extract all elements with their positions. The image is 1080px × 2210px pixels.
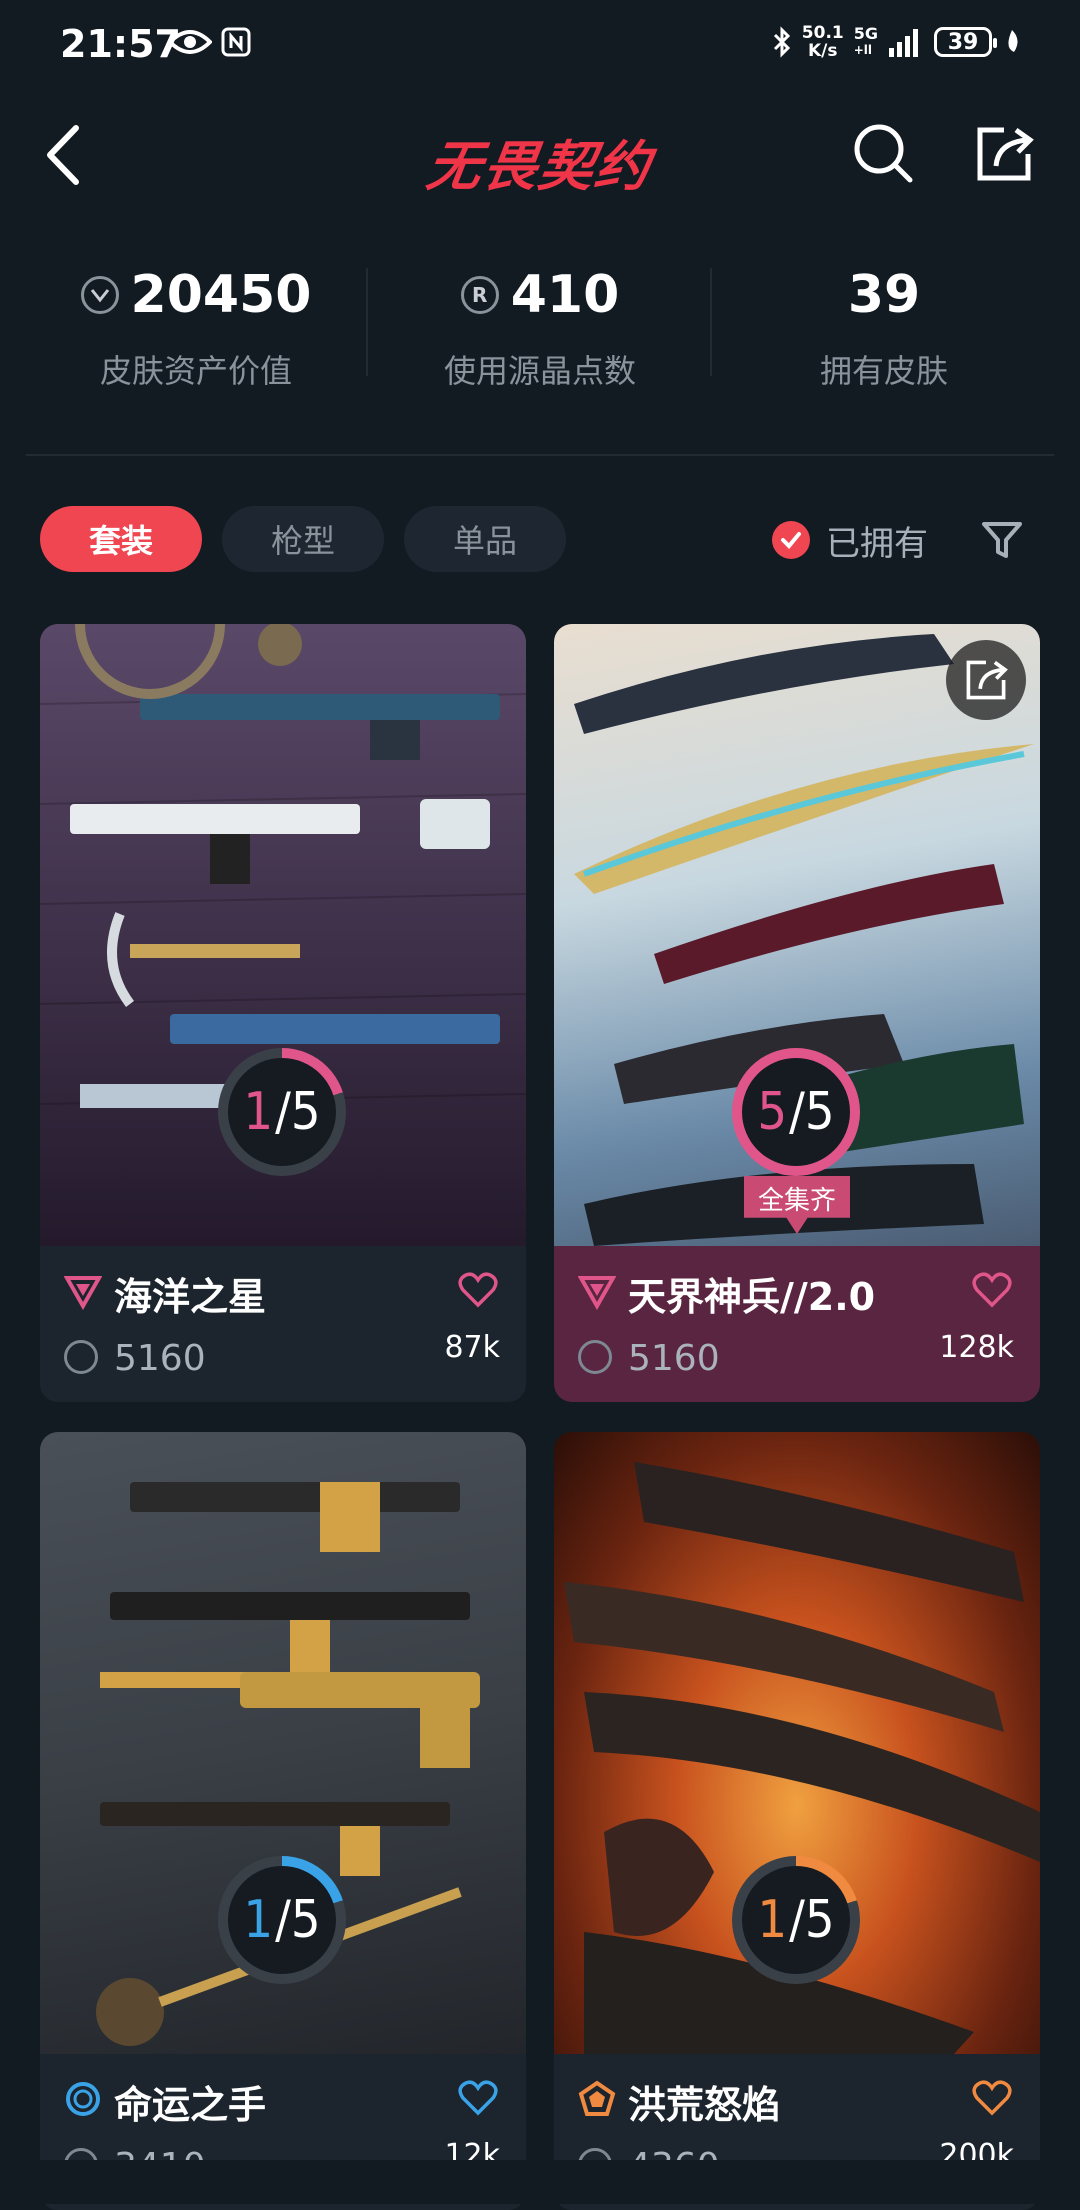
category-tabs: 套装 枪型 单品 — [40, 506, 566, 572]
status-right: 50.1 K/s 5G +ll 39 — [772, 24, 1022, 60]
status-bar: 21:57 50.1 K/s 5G +ll 39 — [0, 0, 1080, 92]
divider — [366, 268, 368, 376]
divider — [710, 268, 712, 376]
collection-progress-ring: 5/5 — [732, 1048, 860, 1176]
signal-icon — [889, 29, 918, 57]
like-count: 87k — [444, 1330, 500, 1365]
nfc-icon — [221, 27, 251, 57]
tier-icon — [578, 1276, 616, 1310]
checkmark-icon[interactable] — [772, 521, 810, 559]
collection-progress-ring: 1/5 — [218, 1856, 346, 1984]
bundle-price: 5160 — [114, 1338, 206, 1379]
bundle-image: 1/5 — [40, 1432, 526, 2054]
stat-owned-skins: 39 拥有皮肤 — [819, 265, 948, 390]
bundle-card[interactable]: 5/5 全集齐 天界神兵//2.0 5160 128k — [554, 624, 1040, 1402]
eye-icon — [168, 30, 212, 54]
tab-single-items[interactable]: 单品 — [404, 506, 566, 572]
bundle-image: 1/5 — [40, 624, 526, 1246]
collection-progress-ring: 1/5 — [218, 1048, 346, 1176]
clock: 21:57 — [60, 22, 181, 66]
owned-label: 已拥有 — [826, 523, 928, 564]
tier-icon — [64, 1276, 102, 1310]
owned-toggle[interactable]: 已拥有 — [772, 514, 928, 566]
stat-radianite: R 410 使用源晶点数 — [443, 265, 636, 390]
bundle-image: 5/5 全集齐 — [554, 624, 1040, 1246]
bundle-info: 天界神兵//2.0 5160 128k — [554, 1246, 1040, 1402]
bundle-image: 1/5 — [554, 1432, 1040, 2054]
divider — [26, 454, 1054, 456]
share-icon[interactable] — [974, 124, 1034, 184]
tab-bundles[interactable]: 套装 — [40, 506, 202, 572]
app-logo-title: 无畏契约 — [422, 135, 656, 198]
bundle-price: 5160 — [628, 1338, 720, 1379]
tier-icon — [578, 2080, 616, 2116]
bundle-info: 海洋之星 5160 87k — [40, 1246, 526, 1402]
leaf-icon — [1008, 30, 1018, 52]
bluetooth-icon — [773, 26, 790, 58]
top-bar: 无畏契约 — [0, 100, 1080, 210]
network-speed: 50.1 K/s — [801, 23, 844, 61]
search-icon[interactable] — [852, 122, 914, 184]
bundle-name: 天界神兵//2.0 — [628, 1275, 876, 1319]
vp-coin-icon — [64, 1340, 98, 1374]
bundle-name: 命运之手 — [114, 2083, 267, 2127]
stats-row: 20450 皮肤资产价值 R 410 使用源晶点数 39 拥有皮肤 — [0, 260, 1080, 400]
network-type: 5G +ll — [853, 24, 878, 58]
collection-progress-ring: 1/5 — [732, 1856, 860, 1984]
scroll-edge — [0, 2160, 1080, 2204]
tier-icon — [66, 2082, 100, 2116]
vp-coin-icon — [80, 276, 119, 314]
bundle-card[interactable]: 1/5 命运之手 3410 12k — [40, 1432, 526, 2210]
share-icon — [966, 660, 1008, 700]
tab-weapon-type[interactable]: 枪型 — [222, 506, 384, 572]
bundle-name: 洪荒怒焰 — [628, 2083, 781, 2127]
vp-coin-icon — [578, 1340, 612, 1374]
bundle-card[interactable]: 1/5 洪荒怒焰 4360 200k — [554, 1432, 1040, 2210]
heart-icon[interactable] — [972, 1272, 1012, 1308]
like-count: 128k — [939, 1330, 1014, 1365]
heart-icon[interactable] — [972, 2080, 1012, 2116]
bundle-card[interactable]: 1/5 海洋之星 5160 87k — [40, 624, 526, 1402]
radianite-icon: R — [460, 276, 499, 314]
bundle-name: 海洋之星 — [114, 1275, 267, 1319]
filter-icon[interactable] — [980, 518, 1024, 562]
heart-icon[interactable] — [458, 1272, 498, 1308]
share-button[interactable] — [946, 640, 1026, 720]
battery-indicator: 39 — [934, 27, 997, 57]
heart-icon[interactable] — [458, 2080, 498, 2116]
stat-skin-value: 20450 皮肤资产价值 — [24, 260, 368, 392]
